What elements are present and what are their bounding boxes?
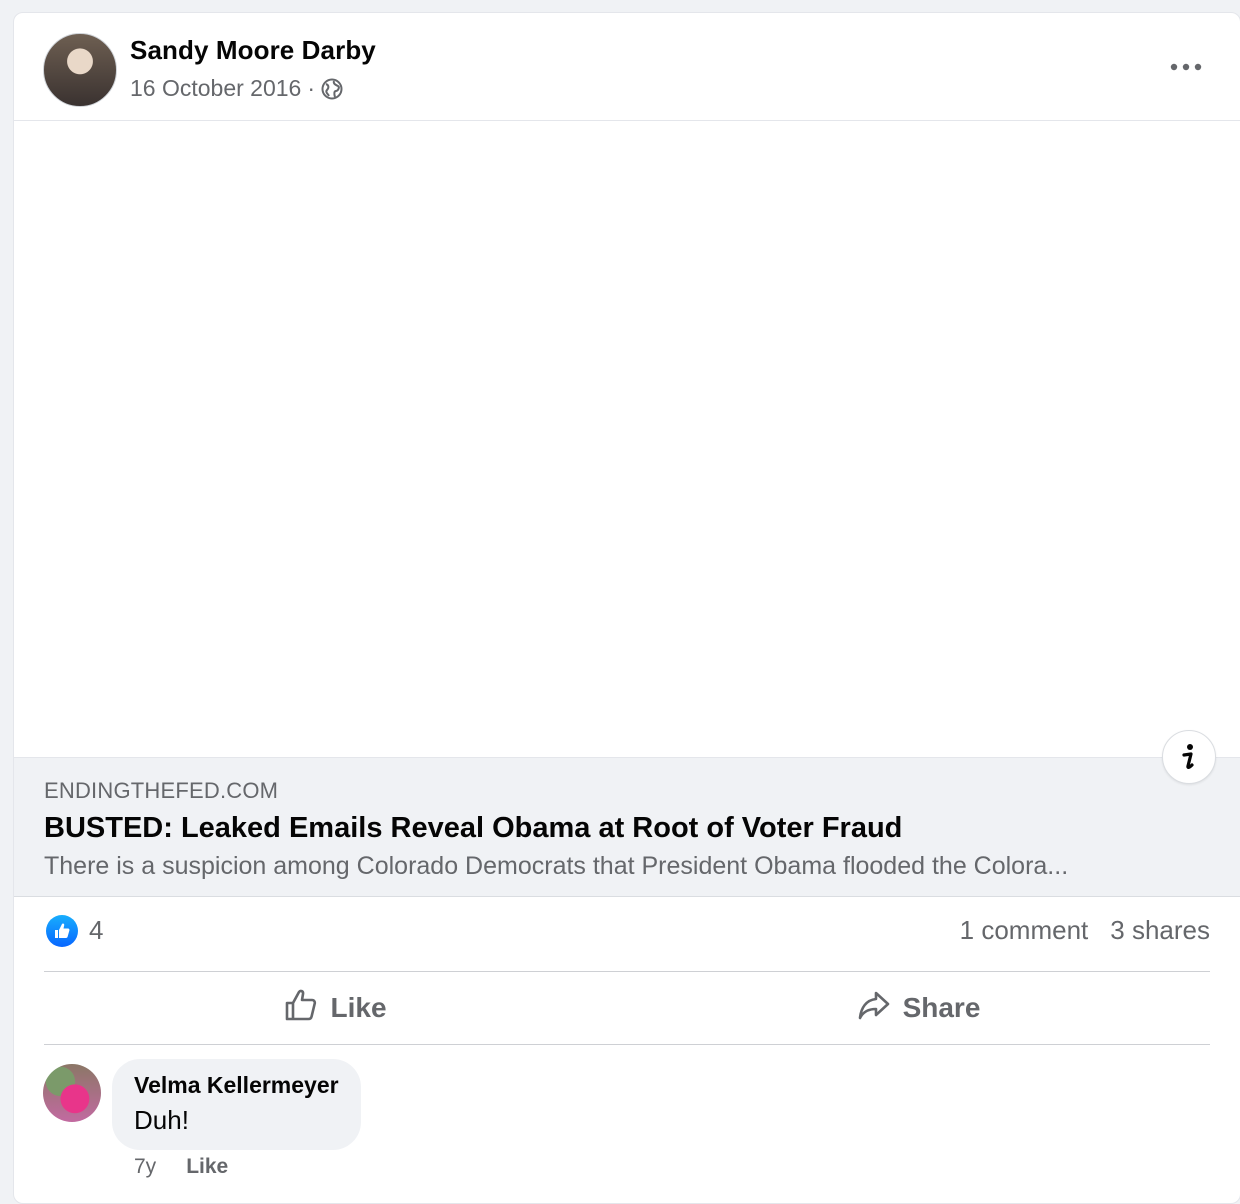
globe-icon[interactable]: [321, 78, 343, 100]
like-button[interactable]: Like: [44, 973, 627, 1043]
commenter-avatar[interactable]: [43, 1064, 101, 1122]
link-preview-image[interactable]: [14, 121, 1240, 757]
author-name[interactable]: Sandy Moore Darby: [130, 35, 376, 66]
comment-text: Duh!: [134, 1105, 189, 1135]
thumbs-up-icon: [284, 988, 318, 1029]
share-button-label: Share: [902, 992, 981, 1023]
author-avatar[interactable]: [43, 33, 117, 107]
more-options-icon[interactable]: [1166, 57, 1206, 77]
comment-count[interactable]: 1 comment: [960, 915, 1089, 946]
commenter-name[interactable]: Velma Kellermeyer: [134, 1072, 339, 1099]
post-meta: 16 October 2016 ·: [130, 75, 343, 102]
post-card: Sandy Moore Darby 16 October 2016 · ENDI…: [13, 12, 1240, 1204]
reactions-bar: 4 1 comment 3 shares: [14, 911, 1240, 955]
post-date[interactable]: 16 October 2016: [130, 75, 301, 102]
comment-like-button[interactable]: Like: [186, 1155, 228, 1179]
info-icon[interactable]: [1162, 730, 1216, 784]
comment-age[interactable]: 7y: [134, 1155, 156, 1179]
like-button-label: Like: [330, 992, 387, 1023]
like-count[interactable]: 4: [89, 915, 103, 946]
comment-meta: 7y Like: [134, 1155, 228, 1179]
link-preview-box[interactable]: ENDINGTHEFED.COM BUSTED: Leaked Emails R…: [14, 757, 1240, 897]
actions-divider-bottom: [44, 1044, 1210, 1045]
share-button[interactable]: Share: [627, 973, 1210, 1043]
link-title[interactable]: BUSTED: Leaked Emails Reveal Obama at Ro…: [44, 812, 902, 845]
actions-divider-top: [44, 971, 1210, 972]
share-count[interactable]: 3 shares: [1110, 915, 1210, 946]
share-arrow-icon: [857, 988, 891, 1029]
action-bar: Like Share: [44, 973, 1210, 1043]
link-description: There is a suspicion among Colorado Demo…: [44, 852, 1069, 880]
meta-separator: ·: [307, 75, 316, 101]
engagement-counts: 1 comment 3 shares: [960, 915, 1210, 946]
like-reaction-icon[interactable]: [46, 915, 78, 947]
link-domain: ENDINGTHEFED.COM: [44, 778, 279, 803]
comment-bubble: Velma Kellermeyer Duh!: [112, 1059, 361, 1150]
post-header: Sandy Moore Darby 16 October 2016 ·: [14, 13, 1240, 121]
